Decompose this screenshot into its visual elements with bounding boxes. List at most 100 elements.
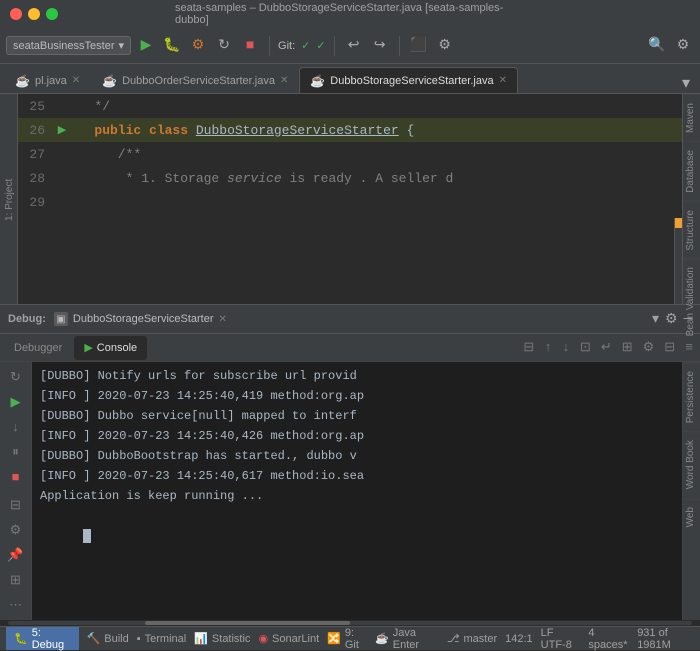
- encoding-label: LF UTF-8: [541, 627, 581, 651]
- stop-button[interactable]: ■: [239, 35, 261, 57]
- java-icon: ☕: [375, 632, 389, 645]
- layout-btn[interactable]: ⊟: [661, 338, 678, 357]
- window-title: seata-samples – DubboStorageServiceStart…: [175, 2, 525, 26]
- redo-button[interactable]: ↪: [369, 35, 391, 57]
- indent-label: 4 spaces*: [588, 627, 629, 651]
- console-play-icon: ▶: [84, 341, 92, 354]
- layout-debug-button[interactable]: ⊞: [3, 569, 29, 591]
- print-button[interactable]: ⊞: [619, 338, 636, 357]
- build-status[interactable]: 🔨 Build: [87, 632, 129, 645]
- debug-toolbar-right: ⊟ ↑ ↓ ⊡ ↵ ⊞ ⚙ ⊟ ≡: [520, 338, 696, 357]
- step-over-button[interactable]: ↓: [3, 416, 29, 438]
- traffic-lights: [10, 8, 58, 20]
- code-line-29: 29: [18, 190, 682, 214]
- coverage-button[interactable]: ⚙: [187, 35, 209, 57]
- git-branch-status[interactable]: ⎇ master: [447, 627, 497, 651]
- sonarlint-status[interactable]: ◉ SonarLint: [258, 632, 319, 645]
- debug-body: ↻ ▶ ↓ ⏸ ■ ⊟ ⚙ 📌 ⊞ ⋯ [DUBBO] Notify urls …: [0, 362, 700, 620]
- sidebar-item-project[interactable]: 1: Project: [2, 94, 17, 304]
- git-status[interactable]: 🔀 9: Git: [327, 627, 367, 651]
- search-everywhere-button[interactable]: 🔍: [646, 35, 668, 57]
- scrollbar-track: [8, 621, 692, 625]
- wrap-button[interactable]: ↵: [598, 338, 615, 357]
- vtab-bean-validation[interactable]: Bean Validation: [683, 258, 700, 344]
- java-status[interactable]: ☕ Java Enter: [375, 627, 439, 651]
- code-editor[interactable]: 25 */ 26 ▶ public class DubboStorageServ…: [18, 94, 682, 304]
- terminal-label: Terminal: [145, 633, 187, 645]
- minimize-button[interactable]: [28, 8, 40, 20]
- build-label: Build: [104, 633, 128, 645]
- sidebar-item-favorites[interactable]: 2: Favorites: [0, 94, 2, 304]
- separator-3: [399, 36, 400, 56]
- vtab-maven[interactable]: Maven: [683, 94, 700, 141]
- debug-session-close[interactable]: ✕: [219, 314, 227, 325]
- build-button[interactable]: ⬛: [408, 35, 430, 57]
- more-options-button[interactable]: ⋯: [3, 594, 29, 616]
- console-line-3: [DUBBO] Dubbo service[null] mapped to in…: [40, 406, 674, 426]
- tab-dubbo-order[interactable]: ☕ DubboOrderServiceStarter.java ✕: [91, 67, 299, 93]
- stop-debug-button[interactable]: ■: [3, 466, 29, 488]
- statistic-status[interactable]: 📊 Statistic: [194, 632, 250, 645]
- settings-btn[interactable]: ⚙: [640, 338, 658, 357]
- vtab-persistence[interactable]: Persistence: [683, 362, 700, 431]
- tab-console[interactable]: ▶ Console: [74, 336, 147, 360]
- debug-tabs-bar: Debugger ▶ Console ⊟ ↑ ↓ ⊡ ↵ ⊞ ⚙ ⊟ ≡: [0, 334, 700, 362]
- terminal-status[interactable]: ▪ Terminal: [137, 633, 186, 645]
- vtab-word-book[interactable]: Word Book: [683, 431, 700, 497]
- tabs-more-button[interactable]: ▾: [676, 73, 696, 93]
- tab-dubbo-storage[interactable]: ☕ DubboStorageServiceStarter.java ✕: [299, 67, 518, 93]
- code-line-27: 27 /**: [18, 142, 682, 166]
- profile-button[interactable]: ↻: [213, 35, 235, 57]
- debug-session[interactable]: ▣ DubboStorageServiceStarter ✕: [54, 312, 227, 326]
- indent-status[interactable]: 4 spaces*: [588, 627, 629, 651]
- position-label: 142:1: [505, 633, 533, 645]
- tab-close-2[interactable]: ✕: [280, 75, 288, 86]
- close-button[interactable]: [10, 8, 22, 20]
- chevron-down-icon: ▾: [119, 39, 125, 52]
- console-line-4: [INFO ] 2020-07-23 14:25:40,426 method:o…: [40, 426, 674, 446]
- pin-button[interactable]: 📌: [3, 544, 29, 566]
- scroll-bottom-button[interactable]: ↓: [559, 338, 573, 357]
- debug-button[interactable]: 🐛: [161, 35, 183, 57]
- vtab-structure[interactable]: Structure: [683, 201, 700, 259]
- thread-dump-button[interactable]: ⊟: [3, 494, 29, 516]
- clear-console-button[interactable]: ⊟: [520, 338, 537, 357]
- console-line-7: Application is keep running ...: [40, 486, 674, 506]
- branch-label: master: [464, 633, 498, 645]
- vtab-database[interactable]: Database: [683, 141, 700, 201]
- encoding-status[interactable]: LF UTF-8: [541, 627, 581, 651]
- run-button[interactable]: ▶: [135, 35, 157, 57]
- tab-pl-java[interactable]: ☕ pl.java ✕: [4, 67, 91, 93]
- code-lines: 25 */ 26 ▶ public class DubboStorageServ…: [18, 94, 682, 226]
- text-cursor: [83, 529, 91, 543]
- debug-expand-icon[interactable]: ▾: [652, 311, 659, 328]
- git-check2-icon: ✓: [316, 39, 325, 52]
- pause-button[interactable]: ⏸: [3, 441, 29, 463]
- tab-label-3: DubboStorageServiceStarter.java: [330, 75, 493, 87]
- status-debug[interactable]: 🐛 5: Debug: [6, 627, 79, 650]
- filter-button[interactable]: ⊡: [577, 338, 594, 357]
- run-config-dropdown[interactable]: seataBusinessTester ▾: [6, 36, 131, 55]
- sonar-icon: ◉: [258, 632, 268, 645]
- tab-debugger-label: Debugger: [14, 342, 62, 354]
- tab-debugger[interactable]: Debugger: [4, 336, 72, 360]
- debug-settings-icon[interactable]: ⚙: [665, 311, 678, 328]
- maximize-button[interactable]: [46, 8, 58, 20]
- settings-debug-button[interactable]: ⚙: [3, 519, 29, 541]
- resume-button[interactable]: ▶: [3, 391, 29, 413]
- vtab-web[interactable]: Web: [683, 498, 700, 535]
- settings-button[interactable]: ⚙: [434, 35, 456, 57]
- undo-button[interactable]: ↩: [343, 35, 365, 57]
- console-line-5: [DUBBO] DubboBootstrap has started., dub…: [40, 446, 674, 466]
- tab-close-1[interactable]: ✕: [72, 75, 80, 86]
- memory-status[interactable]: 931 of 1981M: [637, 627, 694, 651]
- branch-icon: ⎇: [447, 632, 460, 645]
- settings-main-button[interactable]: ⚙: [672, 35, 694, 57]
- scroll-top-button[interactable]: ↑: [541, 338, 555, 357]
- sonarlint-label: SonarLint: [272, 633, 319, 645]
- restart-button[interactable]: ↻: [3, 366, 29, 388]
- code-content-25: */: [71, 99, 110, 114]
- line-number-26: 26: [18, 123, 53, 138]
- git-label: Git:: [278, 40, 295, 52]
- tab-close-3[interactable]: ✕: [499, 75, 507, 86]
